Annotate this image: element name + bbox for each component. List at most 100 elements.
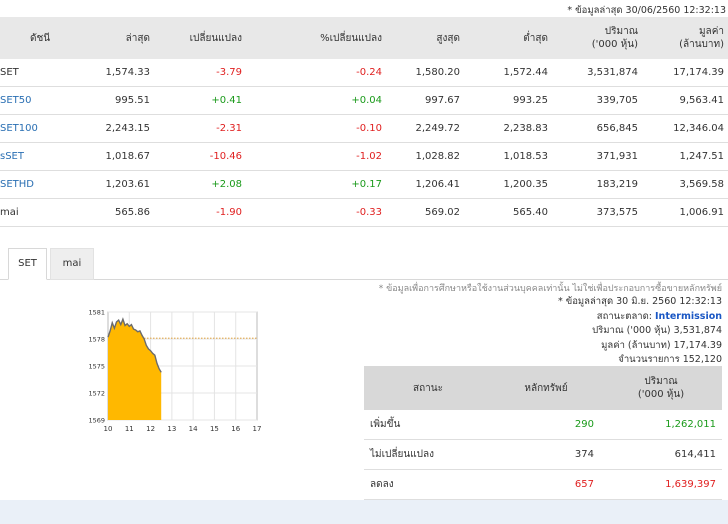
y-tick-label: 1572 [88, 390, 105, 398]
header-change: เปลี่ยนแปลง [154, 17, 246, 59]
market-updated: * ข้อมูลล่าสุด 30 มิ.ย. 2560 12:32:13 [557, 296, 722, 307]
x-tick-label: 13 [167, 425, 176, 433]
header-value: มูลค่า (ล้านบาท) [642, 17, 728, 59]
index-pct-change: -1.02 [246, 142, 386, 171]
index-name: SET [0, 59, 64, 87]
index-last: 1,574.33 [64, 59, 154, 87]
ad-row: เพิ่มขึ้น 290 1,262,011 [364, 410, 722, 440]
ad-volume: 614,411 [600, 439, 722, 470]
index-pct-change: -0.10 [246, 114, 386, 143]
market-info: * ข้อมูลล่าสุด 30 มิ.ย. 2560 12:32:13 สถ… [558, 295, 722, 368]
header-last: ล่าสุด [64, 17, 154, 59]
x-tick-label: 15 [210, 425, 219, 433]
last-update-note: * ข้อมูลล่าสุด 30/06/2560 12:32:13 [567, 5, 726, 16]
header-low: ต่ำสุด [464, 17, 552, 59]
index-pct-change: -0.33 [246, 198, 386, 227]
header-high: สูงสุด [386, 17, 464, 59]
ad-header-volume: ปริมาณ ('000 หุ้น) [600, 366, 722, 410]
ad-volume: 1,262,011 [600, 410, 722, 440]
index-low: 2,238.83 [464, 114, 552, 143]
index-value: 1,247.51 [642, 142, 728, 171]
index-volume: 183,219 [552, 170, 642, 199]
index-last: 1,018.67 [64, 142, 154, 171]
chart-disclaimer: * ข้อมูลเพื่อการศึกษาหรือใช้งานส่วนบุคคล… [378, 284, 722, 294]
index-low: 1,018.53 [464, 142, 552, 171]
y-tick-label: 1575 [88, 363, 105, 371]
index-value: 1,006.91 [642, 198, 728, 227]
index-volume: 339,705 [552, 86, 642, 115]
index-value: 12,346.04 [642, 114, 728, 143]
index-name[interactable]: sSET [0, 142, 64, 171]
index-value: 3,569.58 [642, 170, 728, 199]
header-volume: ปริมาณ ('000 หุ้น) [552, 17, 642, 59]
index-name[interactable]: SET100 [0, 114, 64, 143]
header-pct-change: %เปลี่ยนแปลง [246, 17, 386, 59]
ad-volume: 1,639,397 [600, 469, 722, 500]
x-tick-label: 16 [231, 425, 240, 433]
index-volume: 373,575 [552, 198, 642, 227]
index-pct-change: +0.17 [246, 170, 386, 199]
ad-header-status: สถานะ [364, 366, 492, 410]
index-last: 1,203.61 [64, 170, 154, 199]
index-value: 17,174.39 [642, 59, 728, 87]
index-change: -2.31 [154, 114, 246, 143]
advance-decline-header: สถานะ หลักทรัพย์ ปริมาณ ('000 หุ้น) [364, 366, 722, 410]
ad-status: เพิ่มขึ้น [364, 410, 492, 440]
index-volume: 656,845 [552, 114, 642, 143]
index-high: 2,249.72 [386, 114, 464, 143]
index-table: ดัชนี ล่าสุด เปลี่ยนแปลง %เปลี่ยนแปลง สู… [0, 17, 728, 227]
index-change: -10.46 [154, 142, 246, 171]
index-last: 565.86 [64, 198, 154, 227]
index-row-set[interactable]: SET 1,574.33 -3.79 -0.24 1,580.20 1,572.44 3,5… [0, 59, 728, 87]
x-tick-label: 10 [104, 425, 113, 433]
ad-row: ลดลง 657 1,639,397 [364, 469, 722, 500]
market-status: สถานะตลาด: Intermission [596, 310, 722, 322]
index-name: mai [0, 198, 64, 227]
index-row-sethd[interactable]: SETHD 1,203.61 +2.08 +0.17 1,206.41 1,200.35 1… [0, 170, 728, 199]
index-pct-change: -0.24 [246, 59, 386, 87]
index-low: 993.25 [464, 86, 552, 115]
index-row-set50[interactable]: SET50 995.51 +0.41 +0.04 997.67 993.25 339,705… [0, 86, 728, 115]
index-value: 9,563.41 [642, 86, 728, 115]
ad-securities: 374 [492, 439, 600, 470]
y-tick-label: 1569 [88, 417, 105, 425]
x-tick-label: 17 [253, 425, 262, 433]
ad-row: ไม่เปลี่ยนแปลง 374 614,411 [364, 439, 722, 470]
ad-securities: 290 [492, 410, 600, 440]
index-change: -3.79 [154, 59, 246, 87]
header-index: ดัชนี [0, 17, 64, 59]
x-tick-label: 12 [146, 425, 155, 433]
index-high: 997.67 [386, 86, 464, 115]
index-row-mai[interactable]: mai 565.86 -1.90 -0.33 569.02 565.40 373,575 1,… [0, 198, 728, 227]
index-low: 565.40 [464, 198, 552, 227]
index-high: 569.02 [386, 198, 464, 227]
index-row-set100[interactable]: SET100 2,243.15 -2.31 -0.10 2,249.72 2,238.83… [0, 114, 728, 143]
index-volume: 3,531,874 [552, 59, 642, 87]
market-volume: ปริมาณ ('000 หุ้น) 3,531,874 [592, 325, 722, 336]
index-change: -1.90 [154, 198, 246, 227]
tab-set[interactable]: SET [8, 248, 47, 280]
index-low: 1,200.35 [464, 170, 552, 199]
index-name[interactable]: SET50 [0, 86, 64, 115]
x-tick-label: 14 [189, 425, 198, 433]
index-high: 1,206.41 [386, 170, 464, 199]
ad-status: ลดลง [364, 469, 492, 500]
index-low: 1,572.44 [464, 59, 552, 87]
index-name[interactable]: SETHD [0, 170, 64, 199]
ad-status: ไม่เปลี่ยนแปลง [364, 439, 492, 470]
market-status-value: Intermission [655, 310, 722, 322]
index-high: 1,028.82 [386, 142, 464, 171]
ad-header-securities: หลักทรัพย์ [492, 366, 600, 410]
footer-band [0, 500, 728, 524]
index-volume: 371,931 [552, 142, 642, 171]
y-tick-label: 1581 [88, 309, 105, 317]
y-tick-label: 1578 [88, 336, 105, 344]
index-high: 1,580.20 [386, 59, 464, 87]
index-last: 995.51 [64, 86, 154, 115]
tab-mai[interactable]: mai [50, 248, 94, 280]
advance-decline-table: สถานะ หลักทรัพย์ ปริมาณ ('000 หุ้น) เพิ่ม… [364, 366, 722, 500]
index-change: +0.41 [154, 86, 246, 115]
index-last: 2,243.15 [64, 114, 154, 143]
market-value: มูลค่า (ล้านบาท) 17,174.39 [601, 339, 722, 351]
index-row-sset[interactable]: sSET 1,018.67 -10.46 -1.02 1,028.82 1,018.53 3… [0, 142, 728, 171]
